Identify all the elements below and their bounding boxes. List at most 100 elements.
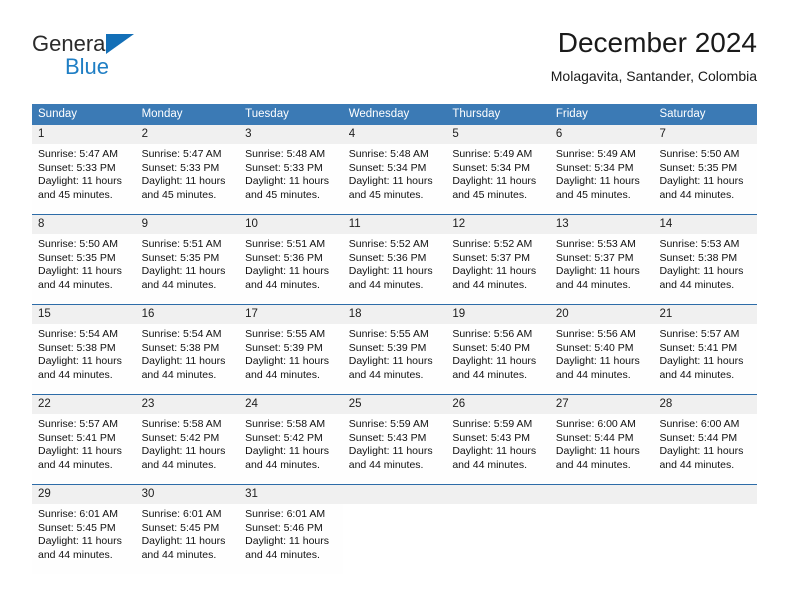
day-number[interactable]: 26 (446, 395, 550, 414)
day-daylight2-text: and 44 minutes. (245, 368, 320, 381)
day-sunrise-text: Sunrise: 5:53 AM (659, 238, 740, 250)
day-number[interactable]: 13 (550, 215, 654, 234)
day-daylight2-text: and 44 minutes. (141, 548, 217, 561)
day-number[interactable]: 25 (343, 395, 447, 414)
day-sunset-text: Sunset: 5:39 PM (348, 341, 427, 354)
day-daylight2-text: and 45 minutes. (452, 188, 528, 201)
day-daylight2-text: and 44 minutes. (659, 188, 735, 201)
day-number[interactable]: 23 (136, 395, 240, 414)
day-daylight2-text: and 44 minutes. (38, 368, 113, 381)
day-number[interactable]: 27 (550, 395, 654, 414)
day-number[interactable]: 20 (550, 305, 654, 324)
day-sunset-text: Sunset: 5:38 PM (141, 341, 220, 354)
day-cell[interactable]: Sunrise: 5:54 AM Sunset: 5:38 PM Daylight:… (32, 324, 136, 394)
day-cell[interactable]: Sunrise: 5:48 AM Sunset: 5:33 PM Daylight:… (239, 144, 343, 214)
day-daylight1-text: Daylight: 11 hours (452, 265, 537, 278)
day-sunset-text: Sunset: 5:36 PM (348, 251, 427, 264)
day-number[interactable]: 29 (32, 485, 136, 504)
day-number[interactable]: 18 (343, 305, 447, 324)
day-number-band: 15 16 17 18 19 20 21 (32, 305, 757, 324)
day-sunset-text: Sunset: 5:37 PM (555, 251, 634, 264)
day-daylight1-text: Daylight: 11 hours (452, 355, 537, 368)
day-cell[interactable]: Sunrise: 5:56 AM Sunset: 5:40 PM Daylight:… (446, 324, 550, 394)
day-cell[interactable]: Sunrise: 5:59 AM Sunset: 5:43 PM Daylight:… (343, 414, 447, 484)
day-cell[interactable]: Sunrise: 5:53 AM Sunset: 5:37 PM Daylight:… (550, 234, 654, 304)
day-number[interactable]: 3 (239, 125, 343, 144)
day-cell[interactable]: Sunrise: 6:00 AM Sunset: 5:44 PM Daylight:… (550, 414, 654, 484)
day-number[interactable]: 12 (446, 215, 550, 234)
day-number[interactable]: 9 (136, 215, 240, 234)
day-cell[interactable]: Sunrise: 5:48 AM Sunset: 5:34 PM Daylight:… (343, 144, 447, 214)
day-number[interactable]: 24 (239, 395, 343, 414)
day-number[interactable]: 8 (32, 215, 136, 234)
day-daylight1-text: Daylight: 11 hours (348, 265, 433, 278)
day-cell[interactable]: Sunrise: 5:58 AM Sunset: 5:42 PM Daylight:… (136, 414, 240, 484)
day-cell[interactable]: Sunrise: 5:57 AM Sunset: 5:41 PM Daylight:… (32, 414, 136, 484)
day-sunset-text: Sunset: 5:41 PM (38, 431, 116, 444)
day-number[interactable]: 16 (136, 305, 240, 324)
day-daylight2-text: and 45 minutes. (141, 188, 217, 201)
day-number[interactable]: 15 (32, 305, 136, 324)
day-cell[interactable]: Sunrise: 5:53 AM Sunset: 5:38 PM Daylight:… (653, 234, 757, 304)
day-cell[interactable]: Sunrise: 6:01 AM Sunset: 5:45 PM Daylight:… (32, 504, 136, 574)
day-cell[interactable]: Sunrise: 5:52 AM Sunset: 5:36 PM Daylight:… (343, 234, 447, 304)
day-number-empty (446, 485, 550, 504)
day-number[interactable]: 11 (343, 215, 447, 234)
day-number[interactable]: 4 (343, 125, 447, 144)
day-number[interactable]: 6 (550, 125, 654, 144)
day-daylight1-text: Daylight: 11 hours (141, 445, 226, 458)
day-number[interactable]: 5 (446, 125, 550, 144)
day-cell[interactable]: Sunrise: 5:51 AM Sunset: 5:35 PM Daylight:… (136, 234, 240, 304)
day-cell[interactable]: Sunrise: 5:56 AM Sunset: 5:40 PM Daylight:… (550, 324, 654, 394)
day-cell[interactable]: Sunrise: 6:01 AM Sunset: 5:46 PM Daylight:… (239, 504, 343, 574)
day-cell[interactable]: Sunrise: 5:47 AM Sunset: 5:33 PM Daylight:… (136, 144, 240, 214)
day-cell[interactable]: Sunrise: 5:50 AM Sunset: 5:35 PM Daylight:… (32, 234, 136, 304)
day-daylight2-text: and 44 minutes. (141, 368, 217, 381)
day-number[interactable]: 2 (136, 125, 240, 144)
day-cell[interactable]: Sunrise: 6:01 AM Sunset: 5:45 PM Daylight:… (136, 504, 240, 574)
day-cell[interactable]: Sunrise: 5:49 AM Sunset: 5:34 PM Daylight:… (550, 144, 654, 214)
day-sunrise-text: Sunrise: 5:56 AM (452, 328, 533, 340)
weekday-header-monday: Monday (141, 108, 183, 120)
day-cell[interactable]: Sunrise: 5:50 AM Sunset: 5:35 PM Daylight:… (653, 144, 757, 214)
day-cell[interactable]: Sunrise: 5:59 AM Sunset: 5:43 PM Daylight:… (446, 414, 550, 484)
day-daylight2-text: and 44 minutes. (245, 278, 320, 291)
day-cell[interactable]: Sunrise: 6:00 AM Sunset: 5:44 PM Daylight:… (653, 414, 757, 484)
day-detail-band: Sunrise: 5:54 AM Sunset: 5:38 PM Daylight:… (32, 324, 757, 394)
day-cell[interactable]: Sunrise: 5:51 AM Sunset: 5:36 PM Daylight:… (239, 234, 343, 304)
day-cell[interactable]: Sunrise: 5:55 AM Sunset: 5:39 PM Daylight:… (343, 324, 447, 394)
day-cell[interactable]: Sunrise: 5:58 AM Sunset: 5:42 PM Daylight:… (239, 414, 343, 484)
day-number[interactable]: 10 (239, 215, 343, 234)
day-sunset-text: Sunset: 5:33 PM (38, 161, 116, 174)
day-cell-empty (342, 504, 447, 574)
day-cell[interactable]: Sunrise: 5:52 AM Sunset: 5:37 PM Daylight:… (446, 234, 550, 304)
day-number[interactable]: 7 (653, 125, 757, 144)
day-daylight2-text: and 44 minutes. (452, 458, 528, 471)
day-cell[interactable]: Sunrise: 5:47 AM Sunset: 5:33 PM Daylight:… (32, 144, 136, 214)
day-daylight2-text: and 45 minutes. (38, 188, 113, 201)
day-sunrise-text: Sunrise: 6:01 AM (141, 508, 222, 520)
day-cell[interactable]: Sunrise: 5:55 AM Sunset: 5:39 PM Daylight:… (239, 324, 343, 394)
day-number[interactable]: 30 (136, 485, 240, 504)
day-number[interactable]: 22 (32, 395, 136, 414)
calendar-week-row: 22 23 24 25 26 27 28 Sunrise: 5:57 AM Sunset: 5:… (32, 394, 757, 484)
day-number[interactable]: 31 (239, 485, 343, 504)
day-sunrise-text: Sunrise: 5:58 AM (141, 418, 222, 430)
day-daylight1-text: Daylight: 11 hours (555, 265, 640, 278)
day-daylight1-text: Daylight: 11 hours (245, 355, 330, 368)
day-sunrise-text: Sunrise: 5:57 AM (659, 328, 740, 340)
day-number[interactable]: 14 (653, 215, 757, 234)
day-number[interactable]: 19 (446, 305, 550, 324)
day-cell[interactable]: Sunrise: 5:54 AM Sunset: 5:38 PM Daylight:… (136, 324, 240, 394)
day-daylight2-text: and 44 minutes. (38, 278, 113, 291)
day-number[interactable]: 28 (653, 395, 757, 414)
day-cell[interactable]: Sunrise: 5:57 AM Sunset: 5:41 PM Daylight:… (653, 324, 757, 394)
day-sunrise-text: Sunrise: 5:47 AM (141, 148, 222, 160)
calendar-week-row: 8 9 10 11 12 13 14 Sunrise: 5:50 AM Sunset: 5:35… (32, 214, 757, 304)
day-number[interactable]: 1 (32, 125, 136, 144)
day-number[interactable]: 17 (239, 305, 343, 324)
day-sunrise-text: Sunrise: 5:47 AM (38, 148, 118, 160)
day-daylight1-text: Daylight: 11 hours (141, 265, 226, 278)
day-number[interactable]: 21 (653, 305, 757, 324)
day-cell[interactable]: Sunrise: 5:49 AM Sunset: 5:34 PM Daylight:… (446, 144, 550, 214)
